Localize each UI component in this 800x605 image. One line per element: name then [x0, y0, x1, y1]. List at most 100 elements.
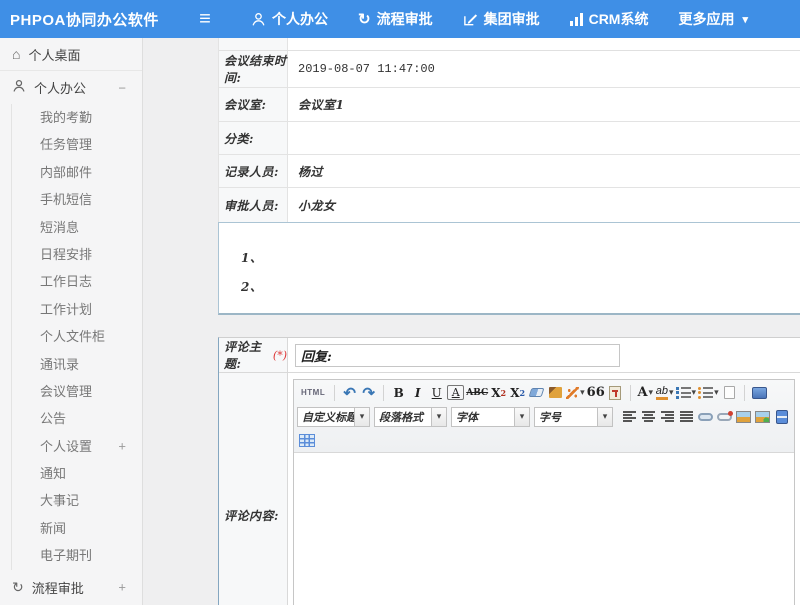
align-center-button[interactable] [640, 407, 657, 426]
sidebar-item-label: 日程安排 [40, 247, 92, 262]
sidebar-group-workflow-approval[interactable]: ↻ 流程审批 + [0, 572, 142, 603]
sidebar-item-desktop[interactable]: ⌂ 个人桌面 [0, 38, 142, 71]
insert-link-button[interactable] [697, 407, 714, 426]
align-right-button[interactable] [659, 407, 676, 426]
redo-button[interactable]: ↷ [360, 383, 377, 402]
expand-plus-icon[interactable]: + [118, 580, 126, 595]
table-row: 会议室: 会议室1 [219, 88, 800, 122]
hamburger-menu-icon[interactable]: ≡ [188, 8, 222, 31]
sup-mark: 2 [501, 388, 507, 398]
field-value: 杨过 [298, 163, 323, 180]
field-value: 小龙女 [298, 197, 336, 214]
superscript-button[interactable]: X2 [490, 383, 507, 402]
person-icon [12, 79, 26, 96]
unordered-list-button[interactable]: ▾ [698, 383, 719, 402]
sidebar-item-internal-mail[interactable]: 内部邮件 [12, 159, 142, 186]
align-left-button[interactable] [621, 407, 638, 426]
sidebar-item-meeting-management[interactable]: 会议管理 [12, 378, 142, 405]
nav-label: 个人办公 [272, 9, 328, 29]
insert-image-button[interactable] [735, 407, 752, 426]
sidebar-group-personal-office[interactable]: 个人办公 − [0, 71, 142, 104]
html-source-button[interactable]: HTML [298, 383, 328, 402]
nav-more-apps[interactable]: 更多应用 ▾ [678, 9, 748, 29]
row-value-cell [288, 122, 800, 154]
ordered-list-button[interactable]: ▾ [676, 383, 697, 402]
nav-label: 更多应用 [678, 9, 734, 29]
sidebar-item-label: 会议管理 [40, 384, 92, 399]
sidebar-item-schedule[interactable]: 日程安排 [12, 241, 142, 268]
paragraph-format-select[interactable]: 段落格式 ▾ [374, 407, 447, 427]
row-value-cell [288, 338, 800, 372]
table-row: 会议结束时间: 2019-08-07 11:47:00 [219, 51, 800, 88]
table-row-partial [219, 38, 800, 51]
strikethrough-button[interactable]: ABC [466, 383, 488, 402]
sidebar-item-sms[interactable]: 手机短信 [12, 186, 142, 213]
pen-color-button[interactable]: ▾ [566, 383, 585, 402]
toolbar-separator [630, 385, 631, 401]
blockquote-button[interactable]: 66 [587, 383, 605, 402]
highlight-color-button[interactable]: ab▾ [656, 383, 674, 402]
sidebar-item-work-plan[interactable]: 工作计划 [12, 296, 142, 323]
font-family-select[interactable]: 字体 ▾ [451, 407, 530, 427]
sidebar-item-big-events[interactable]: 大事记 [12, 487, 142, 514]
custom-heading-select[interactable]: 自定义标题 ▾ [297, 407, 370, 427]
format-brush-button[interactable] [547, 383, 564, 402]
editor-content-area[interactable] [294, 453, 794, 605]
bold-button[interactable]: B [390, 383, 407, 402]
nav-crm-system[interactable]: CRM系统 [570, 9, 649, 29]
font-color-button[interactable]: A▾ [637, 383, 654, 402]
sidebar-item-file-cabinet[interactable]: 个人文件柜 [12, 323, 142, 350]
row-value-cell: 会议室1 [288, 88, 800, 121]
undo-button[interactable]: ↶ [341, 383, 358, 402]
meeting-info-table: 会议结束时间: 2019-08-07 11:47:00 会议室: 会议室1 分类… [218, 38, 800, 222]
fullscreen-button[interactable] [751, 383, 768, 402]
sidebar-group-label: 个人办公 [34, 78, 86, 97]
sidebar-item-short-message[interactable]: 短消息 [12, 214, 142, 241]
chevron-down-icon: ▾ [649, 387, 654, 398]
sidebar-item-announcement[interactable]: 公告 [12, 405, 142, 432]
sidebar-item-news[interactable]: 新闻 [12, 515, 142, 542]
table-row: 审批人员: 小龙女 [219, 188, 800, 222]
row-label-cell: 会议室: [219, 88, 288, 121]
underline-button[interactable]: U [428, 383, 445, 402]
sidebar-item-e-journal[interactable]: 电子期刊 [12, 542, 142, 569]
image-upload-icon [755, 411, 770, 423]
toolbar-row-1: HTML ↶ ↷ B I U A ABC X2 X2 [297, 381, 791, 404]
nav-workflow-approval[interactable]: ↻ 流程审批 [358, 9, 433, 29]
sidebar-item-notification[interactable]: 通知 [12, 460, 142, 487]
top-nav: 个人办公 ↻ 流程审批 集团审批 CRM系统 更多应用 ▾ [236, 9, 763, 29]
collapse-minus-icon[interactable]: − [118, 80, 126, 95]
expand-plus-icon[interactable]: + [118, 433, 126, 460]
chevron-down-icon: ▾ [514, 408, 529, 426]
upload-image-button[interactable] [754, 407, 771, 426]
sidebar-item-personal-settings[interactable]: 个人设置 + [12, 433, 142, 460]
sidebar-item-contacts[interactable]: 通讯录 [12, 351, 142, 378]
nav-personal-office[interactable]: 个人办公 [251, 9, 328, 29]
font-size-select[interactable]: 字号 ▾ [534, 407, 613, 427]
subscript-button[interactable]: X2 [509, 383, 526, 402]
main-content: 会议结束时间: 2019-08-07 11:47:00 会议室: 会议室1 分类… [143, 38, 800, 605]
toolbar-separator [383, 385, 384, 401]
insert-media-button[interactable] [773, 407, 790, 426]
sidebar-item-work-log[interactable]: 工作日志 [12, 268, 142, 295]
sidebar-item-label: 公告 [40, 411, 66, 426]
paste-from-word-button[interactable] [607, 383, 624, 402]
justify-button[interactable] [678, 407, 695, 426]
minutes-line: 1、 [241, 249, 800, 266]
sidebar-item-label: 个人桌面 [28, 45, 80, 64]
sidebar-item-label: 大事记 [40, 493, 79, 508]
italic-button[interactable]: I [409, 383, 426, 402]
font-style-button[interactable]: A [447, 385, 464, 400]
eraser-button[interactable] [528, 383, 545, 402]
sidebar-item-tasks[interactable]: 任务管理 [12, 131, 142, 158]
sidebar-item-attendance[interactable]: 我的考勤 [12, 104, 142, 131]
row-value-cell: 2019-08-07 11:47:00 [288, 51, 800, 87]
insert-table-button[interactable] [298, 431, 315, 450]
nav-group-approval[interactable]: 集团审批 [463, 9, 540, 29]
comment-subject-input[interactable] [295, 344, 620, 367]
new-page-button[interactable] [721, 383, 738, 402]
comment-content-row: 评论内容: HTML ↶ ↷ B I U [219, 373, 800, 605]
meeting-minutes-panel: 1、 2、 [218, 222, 800, 315]
remove-link-button[interactable] [716, 407, 733, 426]
rich-text-editor: HTML ↶ ↷ B I U A ABC X2 X2 [293, 379, 795, 605]
